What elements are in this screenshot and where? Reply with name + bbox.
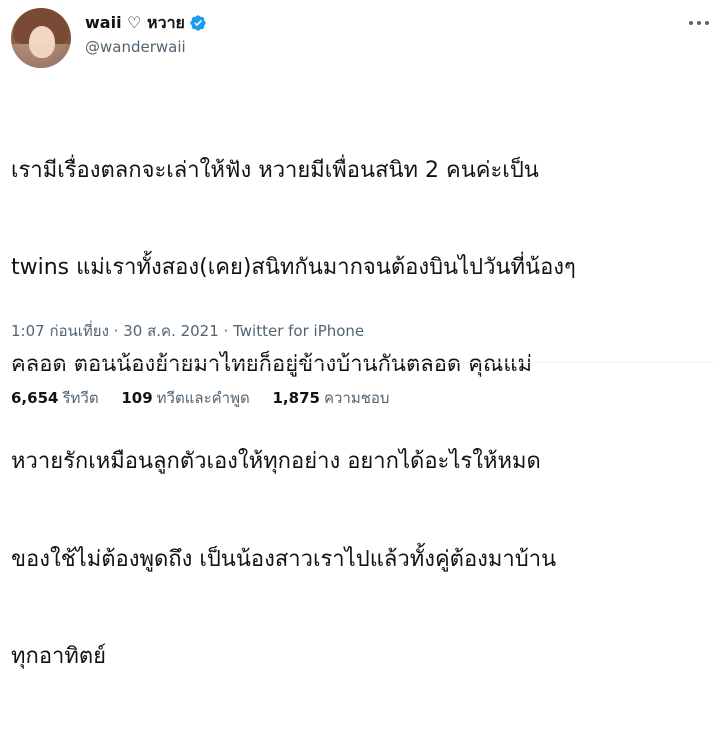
author-name-row[interactable]: waii ♡ หวาย (85, 12, 207, 34)
tweet-source-link[interactable]: Twitter for iPhone (233, 322, 364, 340)
meta-separator: · (218, 322, 234, 340)
tweet-text-line: คลอด ตอนน้องย้ายมาไทยก็อยู่ข้างบ้านกันตล… (11, 352, 533, 378)
retweets-count: 6,654 (11, 389, 59, 407)
tweet-text-line: ทุกอาทิตย์ (11, 643, 107, 669)
author-display-name[interactable]: waii ♡ หวาย (85, 11, 185, 36)
divider (11, 362, 713, 363)
tweet-text-line: หวายรักเหมือนลูกตัวเองให้ทุกอย่าง อยากได… (11, 449, 541, 475)
tweet-text-line: เรามีเรื่องตลกจะเล่าให้ฟัง หวายมีเพื่อนส… (11, 157, 539, 183)
tweet-text-line: twins แม่เราทั้งสอง(เคย)สนิทกันมากจนต้อง… (11, 255, 576, 281)
likes-label: ความชอบ (323, 389, 390, 407)
tweet-date[interactable]: 30 ส.ค. 2021 (123, 322, 219, 340)
author-handle[interactable]: @wanderwaii (85, 38, 186, 56)
tweet-meta: 1:07 ก่อนเที่ยง · 30 ส.ค. 2021 · Twitter… (11, 319, 364, 343)
tweet-text: เรามีเรื่องตลกจะเล่าให้ฟัง หวายมีเพื่อนส… (11, 90, 711, 738)
more-options-button[interactable] (686, 12, 712, 34)
avatar-shade (11, 44, 71, 68)
more-options-icon (688, 20, 710, 26)
tweet-text-line: ของใช้ไม่ต้องพูดถึง เป็นน้องสาวเราไปแล้ว… (11, 546, 557, 572)
likes-stat[interactable]: 1,875 ความชอบ (273, 386, 390, 410)
meta-separator: · (108, 322, 124, 340)
quotes-stat[interactable]: 109 ทวีตและคำพูด (121, 386, 249, 410)
retweets-stat[interactable]: 6,654 รีทวีต (11, 386, 99, 410)
avatar[interactable] (11, 8, 71, 68)
retweets-label: รีทวีต (62, 389, 99, 407)
likes-count: 1,875 (272, 389, 320, 407)
quotes-label: ทวีตและคำพูด (156, 389, 250, 407)
tweet-time[interactable]: 1:07 ก่อนเที่ยง (11, 322, 109, 340)
tweet-card: waii ♡ หวาย @wanderwaii เรามีเรื่องตลกจะ… (0, 0, 724, 669)
tweet-stats: 6,654 รีทวีต 109 ทวีตและคำพูด 1,875 ความชอบ (11, 386, 407, 410)
quotes-count: 109 (121, 389, 153, 407)
verified-badge-icon (189, 14, 207, 32)
